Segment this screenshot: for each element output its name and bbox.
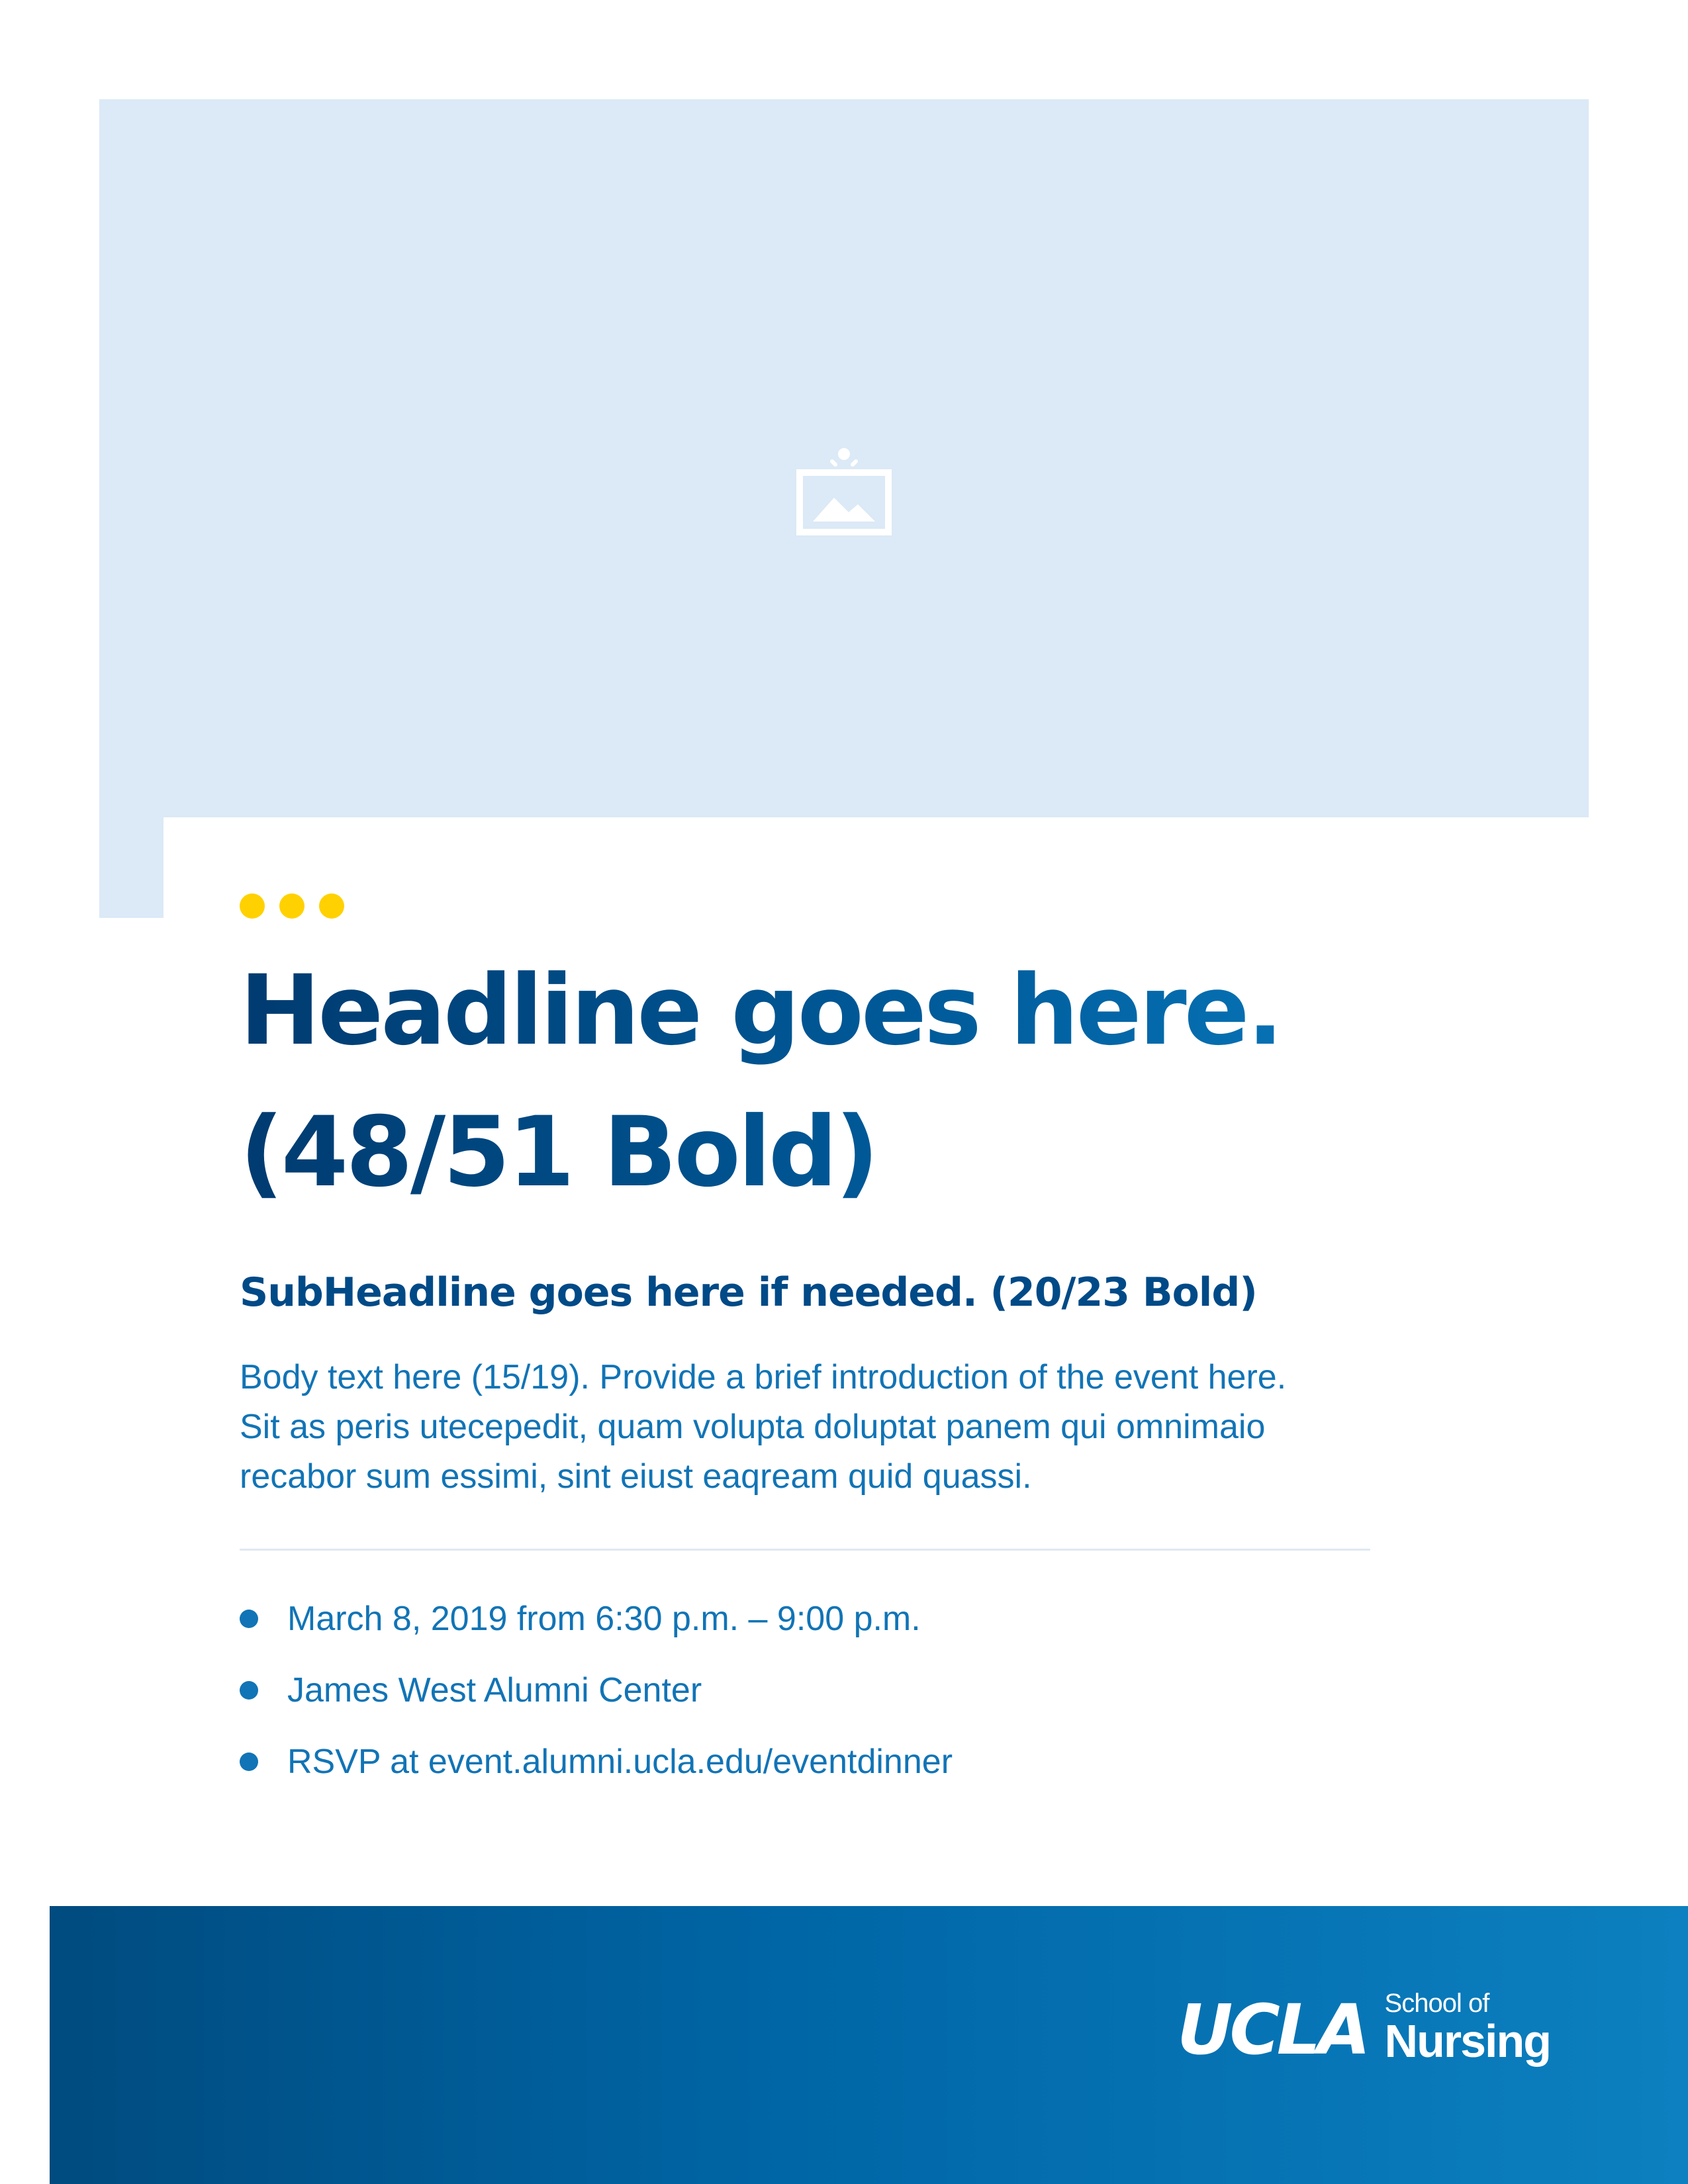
bullet-icon [240,1610,258,1628]
subheadline: SubHeadline goes here if needed. (20/23 … [240,1269,1258,1316]
headline: Headline goes here. (48/51 Bold) [240,940,1497,1223]
logo-school-name: School of Nursing [1384,1989,1552,2067]
ucla-nursing-logo: UCLA School of Nursing [1177,1989,1552,2070]
event-location-text: James West Alumni Center [287,1671,702,1709]
logo-mark: UCLA [1177,1989,1371,2070]
event-rsvp-text: RSVP at event.alumni.ucla.edu/eventdinne… [287,1743,953,1781]
event-details-list: March 8, 2019 from 6:30 p.m. – 9:00 p.m.… [240,1583,953,1797]
body-text: Body text here (15/19). Provide a brief … [240,1353,1378,1502]
event-date-text: March 8, 2019 from 6:30 p.m. – 9:00 p.m. [287,1600,921,1638]
body-text-line: Body text here (15/19). Provide a brief … [240,1358,1287,1396]
accent-dot [279,893,305,919]
logo-school-line-2: Nursing [1384,2015,1552,2067]
body-text-line: recabor sum essimi, sint eiust eaqream q… [240,1457,1032,1496]
bullet-icon [240,1681,258,1700]
logo-school-line-1: School of [1384,1989,1490,2018]
accent-dot [319,893,344,919]
event-date-item: March 8, 2019 from 6:30 p.m. – 9:00 p.m. [240,1583,953,1655]
accent-dots [240,893,344,919]
bullet-icon [240,1752,258,1771]
event-rsvp-item: RSVP at event.alumni.ucla.edu/eventdinne… [240,1726,953,1797]
accent-dot [240,893,265,919]
body-text-line: Sit as peris utecepedit, quam volupta do… [240,1408,1266,1446]
section-divider [240,1549,1370,1551]
image-placeholder-tab [99,817,164,918]
image-placeholder-icon [796,448,892,535]
headline-line-1: Headline goes here. [240,954,1282,1067]
headline-line-2: (48/51 Bold) [240,1096,877,1208]
event-location-item: James West Alumni Center [240,1655,953,1726]
